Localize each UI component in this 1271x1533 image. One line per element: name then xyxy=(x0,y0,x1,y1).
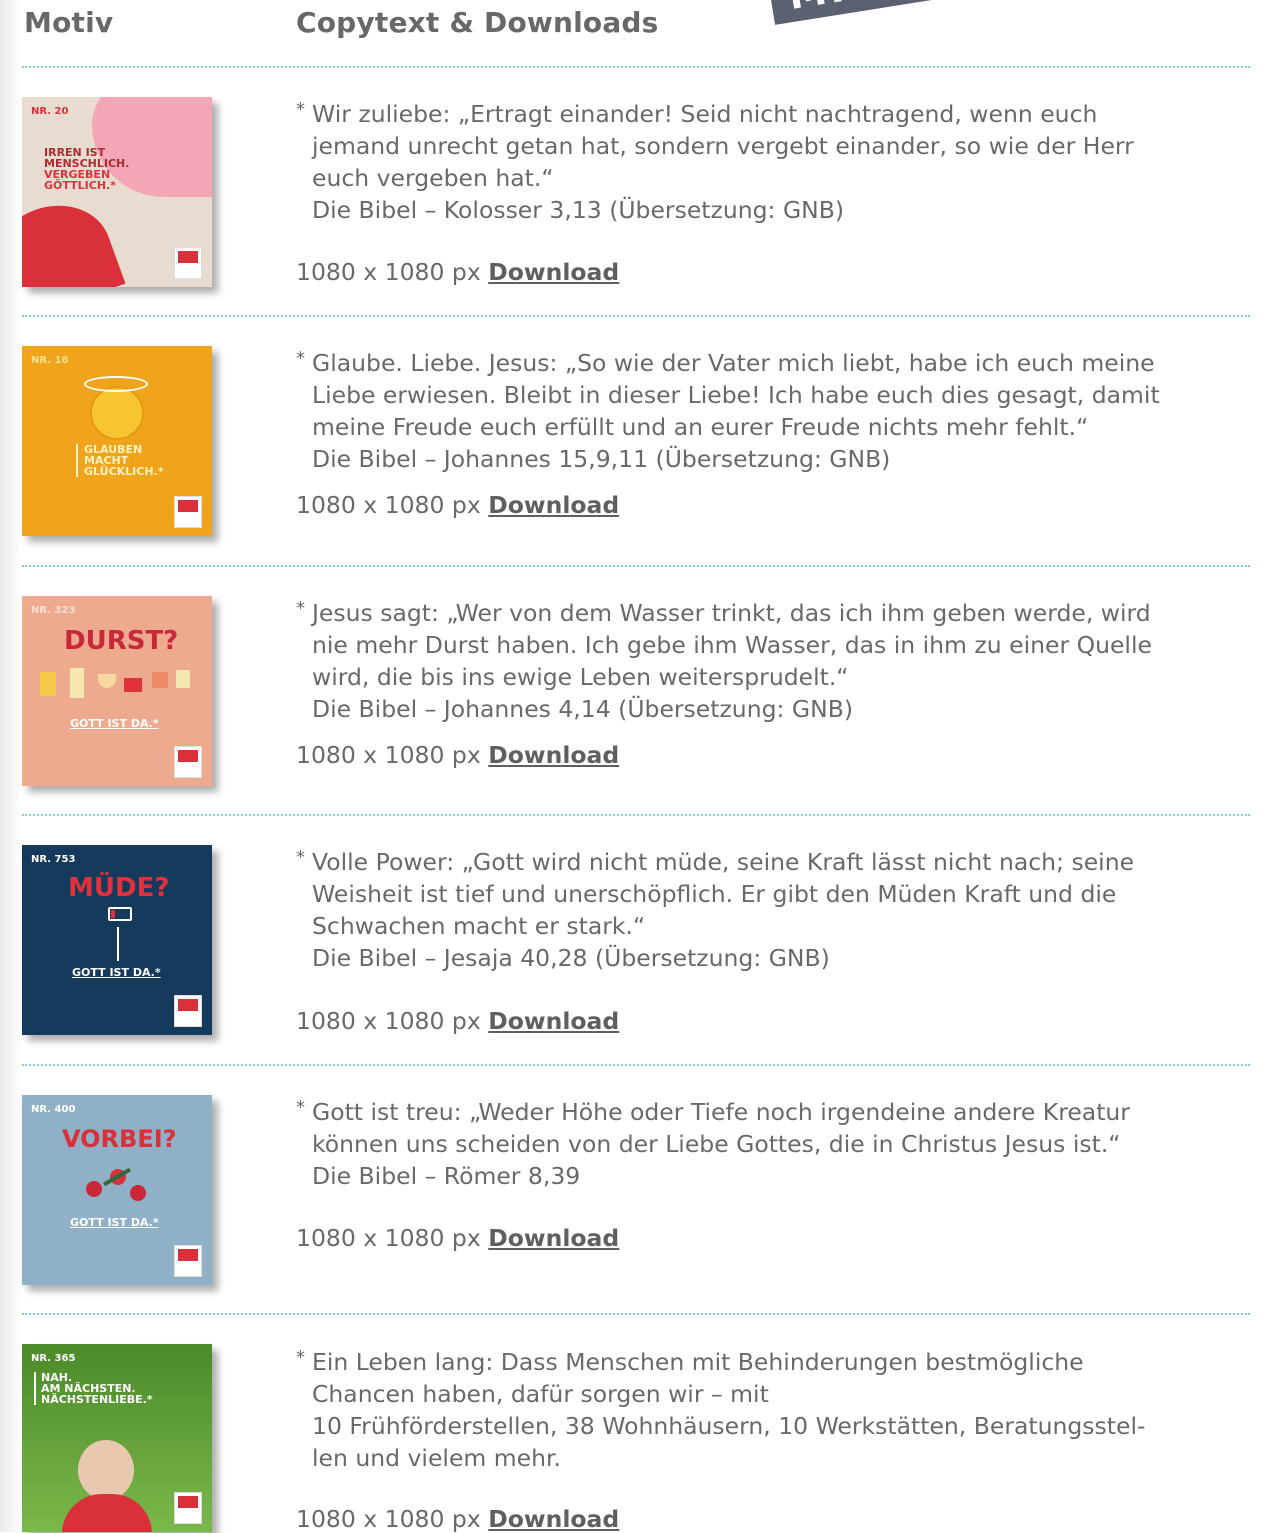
smiley-emoji-icon xyxy=(90,386,144,440)
row-divider xyxy=(22,66,1250,68)
row-divider xyxy=(22,1313,1250,1315)
motif-headline: GLAUBEN MACHT GLÜCKLICH.* xyxy=(76,444,164,477)
brand-logo xyxy=(174,1245,202,1277)
cocktail-glasses-icon xyxy=(40,668,190,704)
download-link[interactable]: Download xyxy=(488,1224,619,1252)
download-line-6: 1080 x 1080 px Download xyxy=(296,1505,619,1533)
brand-logo xyxy=(174,496,202,528)
download-line-5: 1080 x 1080 px Download xyxy=(296,1224,619,1252)
image-size: 1080 x 1080 px xyxy=(296,1505,481,1533)
motif-headline: DURST? xyxy=(64,626,179,656)
left-edge-shade xyxy=(0,0,22,1532)
headline-line: GÖTTLICH.* xyxy=(44,179,116,192)
row-divider xyxy=(22,814,1250,816)
motif-subline: GOTT IST DA.* xyxy=(70,1216,159,1229)
copytext-body: Ein Leben lang: Dass Menschen mit Behind… xyxy=(312,1348,1146,1472)
charging-cable-icon xyxy=(117,927,119,961)
copytext-body: Wir zuliebe: „Ertragt einander! Seid nic… xyxy=(312,100,1134,224)
motif-thumbnail-1[interactable]: NR. 20 IRREN IST MENSCHLICH. VERGEBEN GÖ… xyxy=(22,97,212,287)
empty-battery-icon xyxy=(108,907,132,921)
motif-thumbnail-2[interactable]: NR. 16 GLAUBEN MACHT GLÜCKLICH.* xyxy=(22,346,212,536)
copytext-1: * Wir zuliebe: „Ertragt einander! Seid n… xyxy=(296,98,1246,226)
motif-headline: VORBEI? xyxy=(62,1125,177,1153)
download-link[interactable]: Download xyxy=(488,258,619,286)
halo-icon xyxy=(84,376,148,392)
copytext-2: * Glaube. Liebe. Jesus: „So wie der Vate… xyxy=(296,347,1246,475)
download-link[interactable]: Download xyxy=(488,1505,619,1533)
asterisk: * xyxy=(296,847,305,868)
download-link[interactable]: Download xyxy=(488,741,619,769)
download-line-2: 1080 x 1080 px Download xyxy=(296,491,619,519)
copytext-body: Gott ist treu: „Weder Höhe oder Tiefe no… xyxy=(312,1098,1130,1190)
motif-headline: IRREN IST MENSCHLICH. VERGEBEN GÖTTLICH.… xyxy=(44,147,129,191)
motif-number: NR. 20 xyxy=(31,106,69,117)
motif-number: NR. 365 xyxy=(31,1353,76,1364)
download-link[interactable]: Download xyxy=(488,491,619,519)
copytext-body: Volle Power: „Gott wird nicht müde, sein… xyxy=(312,848,1135,972)
motif-number: NR. 753 xyxy=(31,854,76,865)
headline-line: NÄCHSTENLIEBE.* xyxy=(41,1393,153,1406)
brand-logo xyxy=(174,995,202,1027)
asterisk: * xyxy=(296,1097,305,1118)
asterisk: * xyxy=(296,1347,305,1368)
column-header-motiv: Motiv xyxy=(24,6,114,39)
asterisk: * xyxy=(296,99,305,120)
image-size: 1080 x 1080 px xyxy=(296,1007,481,1035)
motif-headline: NAH. AM NÄCHSTEN. NÄCHSTENLIEBE.* xyxy=(34,1372,153,1405)
row-divider xyxy=(22,1064,1250,1066)
motif-number: NR. 400 xyxy=(31,1104,76,1115)
child-shirt xyxy=(62,1494,152,1532)
motif-thumbnail-4[interactable]: NR. 753 MÜDE? GOTT IST DA.* xyxy=(22,845,212,1035)
brand-logo xyxy=(174,1492,202,1524)
copytext-5: * Gott ist treu: „Weder Höhe oder Tiefe … xyxy=(296,1096,1246,1192)
row-divider xyxy=(22,315,1250,317)
download-link[interactable]: Download xyxy=(488,1007,619,1035)
brand-logo xyxy=(174,746,202,778)
copytext-6: * Ein Leben lang: Dass Menschen mit Behi… xyxy=(296,1346,1246,1474)
copytext-body: Glaube. Liebe. Jesus: „So wie der Vater … xyxy=(312,349,1160,473)
asterisk: * xyxy=(296,348,305,369)
download-line-1: 1080 x 1080 px Download xyxy=(296,258,619,286)
copytext-3: * Jesus sagt: „Wer von dem Wasser trinkt… xyxy=(296,597,1246,725)
wilted-roses-icon xyxy=(82,1161,152,1205)
motif-subline: GOTT IST DA.* xyxy=(70,717,159,730)
motif-number: NR. 16 xyxy=(31,355,69,366)
asterisk: * xyxy=(296,598,305,619)
copytext-body: Jesus sagt: „Wer von dem Wasser trinkt, … xyxy=(312,599,1152,723)
motif-subline: GOTT IST DA.* xyxy=(72,966,161,979)
motif-thumbnail-3[interactable]: NR. 323 DURST? GOTT IST DA.* xyxy=(22,596,212,786)
copytext-4: * Volle Power: „Gott wird nicht müde, se… xyxy=(296,846,1246,974)
table-header: Motiv Copytext & Downloads MIT G xyxy=(0,0,1271,64)
image-size: 1080 x 1080 px xyxy=(296,491,481,519)
download-line-3: 1080 x 1080 px Download xyxy=(296,741,619,769)
row-divider xyxy=(22,565,1250,567)
image-size: 1080 x 1080 px xyxy=(296,1224,481,1252)
motif-headline: MÜDE? xyxy=(68,873,170,903)
motif-number: NR. 323 xyxy=(31,605,76,616)
headline-line: GLÜCKLICH.* xyxy=(84,465,164,478)
download-line-4: 1080 x 1080 px Download xyxy=(296,1007,619,1035)
motif-thumbnail-6[interactable]: NR. 365 NAH. AM NÄCHSTEN. NÄCHSTENLIEBE.… xyxy=(22,1344,212,1532)
child-photo xyxy=(78,1440,134,1500)
image-size: 1080 x 1080 px xyxy=(296,258,481,286)
brand-logo xyxy=(174,247,202,279)
motif-thumbnail-5[interactable]: NR. 400 VORBEI? GOTT IST DA.* xyxy=(22,1095,212,1285)
heart-shape xyxy=(22,189,126,287)
column-header-copytext: Copytext & Downloads xyxy=(296,6,659,39)
corner-banner: MIT G xyxy=(760,0,1111,25)
image-size: 1080 x 1080 px xyxy=(296,741,481,769)
corner-banner-text: MIT G xyxy=(785,0,927,18)
